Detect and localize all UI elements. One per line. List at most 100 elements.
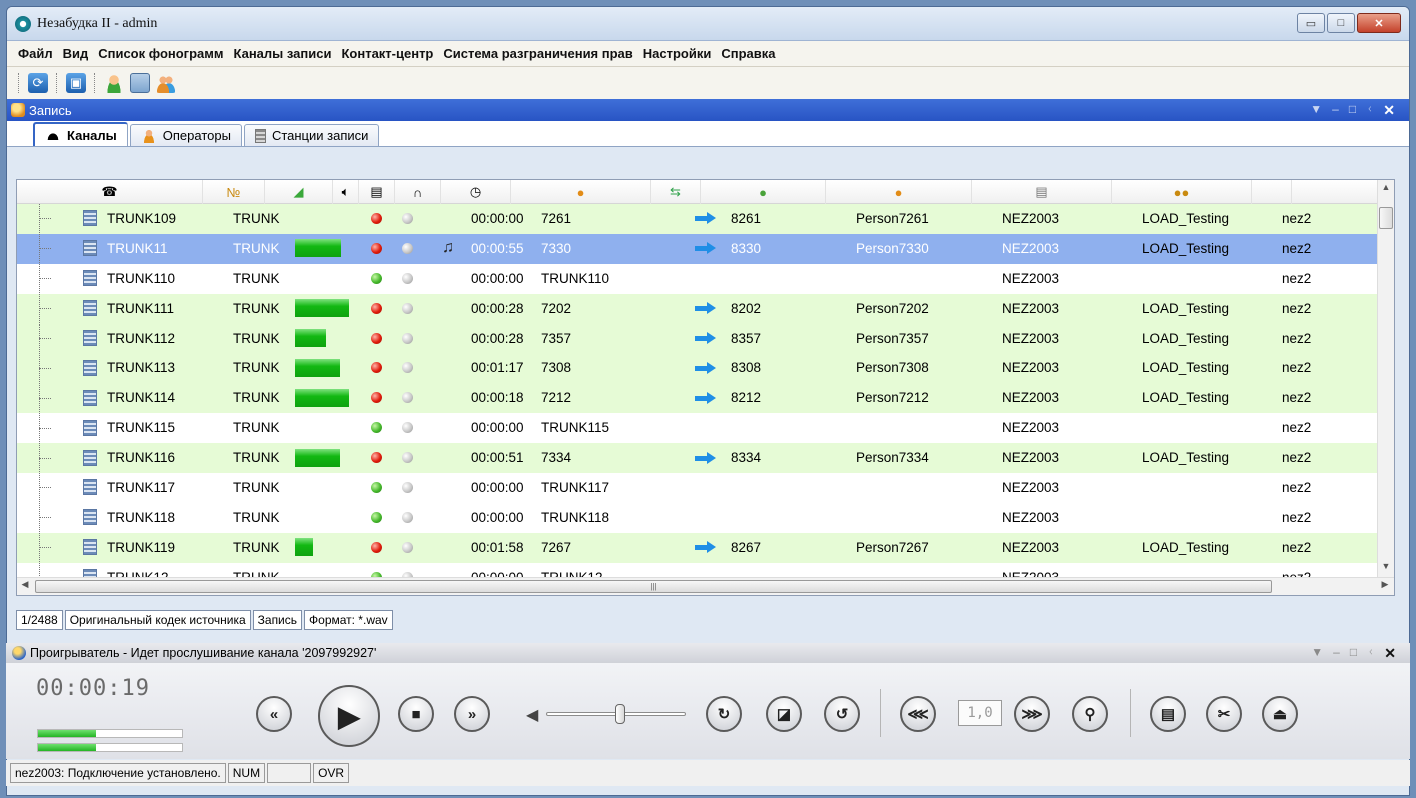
listen-cell[interactable] bbox=[425, 383, 471, 412]
panel-menu-icon[interactable]: ▼ bbox=[1311, 645, 1323, 662]
col-direction-header[interactable]: ⇆ bbox=[651, 180, 701, 204]
stop-button[interactable]: ■ bbox=[398, 696, 434, 732]
table-row[interactable]: TRUNK114 TRUNK 00:00:18 7212 8212 Person7212 N… bbox=[17, 383, 1394, 414]
listen-cell[interactable] bbox=[425, 294, 471, 323]
table-row[interactable]: TRUNK111 TRUNK 00:00:28 7202 8202 Person7202 N… bbox=[17, 293, 1394, 324]
station-name: NEZ2003 bbox=[1002, 479, 1060, 495]
loop-button[interactable]: ↺ bbox=[824, 696, 860, 732]
user-icon[interactable] bbox=[104, 73, 124, 93]
play-button[interactable]: ▶ bbox=[318, 685, 380, 747]
user-icon: ● bbox=[894, 184, 903, 200]
tab-operators[interactable]: Операторы bbox=[129, 124, 242, 146]
slower-button[interactable]: ⋘ bbox=[900, 696, 936, 732]
horizontal-scrollbar[interactable]: ◀ ||| ▶ bbox=[17, 577, 1394, 595]
horizontal-scroll-thumb[interactable]: ||| bbox=[35, 580, 1272, 593]
id-card-icon[interactable] bbox=[130, 73, 150, 93]
menu-channels[interactable]: Каналы записи bbox=[229, 46, 337, 61]
panel-minimize-icon[interactable]: – bbox=[1333, 645, 1340, 662]
panel-close-icon[interactable]: ✕ bbox=[1384, 645, 1396, 662]
channel-name: TRUNK118 bbox=[107, 509, 176, 525]
col-callee-header[interactable]: ● bbox=[701, 180, 826, 204]
table-row[interactable]: TRUNK117 TRUNK 00:00:00 TRUNK117 NEZ2003 nez2 bbox=[17, 473, 1394, 503]
table-row[interactable]: TRUNK112 TRUNK 00:00:28 7357 8357 Person7357 N… bbox=[17, 323, 1394, 354]
table-row[interactable]: TRUNK109 TRUNK 00:00:00 7261 8261 Person7261 N… bbox=[17, 204, 1394, 234]
toolbar-grip[interactable] bbox=[18, 73, 20, 93]
minimize-button[interactable]: ▭ bbox=[1297, 13, 1325, 33]
tree-connector bbox=[17, 323, 77, 353]
blue-card-icon[interactable]: ▣ bbox=[66, 73, 86, 93]
tab-channels[interactable]: Каналы bbox=[33, 122, 128, 146]
state-cell bbox=[363, 264, 389, 293]
vertical-scrollbar[interactable]: ▲ ▼ bbox=[1377, 180, 1394, 578]
vertical-scroll-thumb[interactable] bbox=[1379, 207, 1393, 229]
listen-cell[interactable] bbox=[425, 503, 471, 532]
col-group-header[interactable]: ●● bbox=[1112, 180, 1252, 204]
col-video-header[interactable]: ▤ bbox=[359, 180, 395, 204]
panel-pin-icon[interactable]: ᚲ bbox=[1366, 102, 1373, 119]
scroll-up-icon[interactable]: ▲ bbox=[1378, 182, 1394, 199]
menu-view[interactable]: Вид bbox=[58, 46, 94, 61]
listen-cell[interactable] bbox=[425, 413, 471, 442]
col-listen-header[interactable]: ∩ bbox=[395, 180, 441, 204]
listen-cell[interactable] bbox=[425, 533, 471, 562]
panel-maximize-icon[interactable]: □ bbox=[1349, 102, 1356, 119]
close-button[interactable]: ✕ bbox=[1357, 13, 1401, 33]
document-button[interactable]: ▤ bbox=[1150, 696, 1186, 732]
col-station-header[interactable]: ▤ bbox=[972, 180, 1112, 204]
search-button[interactable]: ⚲ bbox=[1072, 696, 1108, 732]
table-row[interactable]: TRUNK115 TRUNK 00:00:00 TRUNK115 NEZ2003 nez2 bbox=[17, 413, 1394, 443]
panel-maximize-icon[interactable]: □ bbox=[1350, 645, 1357, 662]
channel-name: TRUNK11 bbox=[107, 240, 168, 256]
col-phone-header[interactable]: ☎ bbox=[17, 180, 203, 204]
listen-cell[interactable] bbox=[425, 324, 471, 353]
volume-slider-knob[interactable] bbox=[614, 704, 625, 724]
settings-button[interactable]: ✂ bbox=[1206, 696, 1242, 732]
rewind-button[interactable]: « bbox=[256, 696, 292, 732]
speaker-icon[interactable]: ◀ bbox=[526, 705, 538, 725]
eject-button[interactable]: ⏏ bbox=[1262, 696, 1298, 732]
menu-help[interactable]: Справка bbox=[716, 46, 780, 61]
menu-access-control[interactable]: Система разграничения прав bbox=[438, 46, 637, 61]
table-row[interactable]: TRUNK119 TRUNK 00:01:58 7267 8267 Person7267 N… bbox=[17, 532, 1394, 563]
repeat-button[interactable]: ↻ bbox=[706, 696, 742, 732]
fast-forward-button[interactable]: » bbox=[454, 696, 490, 732]
table-row[interactable]: TRUNK110 TRUNK 00:00:00 TRUNK110 NEZ2003 nez2 bbox=[17, 263, 1394, 294]
col-time-header[interactable]: ◷ bbox=[441, 180, 511, 204]
menu-recordings[interactable]: Список фонограмм bbox=[93, 46, 228, 61]
panel-menu-icon[interactable]: ▼ bbox=[1310, 102, 1322, 119]
volume-slider[interactable] bbox=[546, 704, 686, 724]
scroll-right-icon[interactable]: ▶ bbox=[1377, 579, 1393, 595]
listen-cell[interactable]: ♫ bbox=[425, 234, 471, 263]
maximize-button[interactable]: □ bbox=[1327, 13, 1355, 33]
col-level-header[interactable]: ◢ bbox=[265, 180, 333, 204]
col-person-header[interactable]: ● bbox=[826, 180, 972, 204]
listen-cell[interactable] bbox=[425, 443, 471, 472]
refresh-icon[interactable]: ⟳ bbox=[28, 73, 48, 93]
table-row[interactable]: TRUNK118 TRUNK 00:00:00 TRUNK118 NEZ2003 nez2 bbox=[17, 502, 1394, 533]
faster-button[interactable]: ⋙ bbox=[1014, 696, 1050, 732]
arrow-right-icon bbox=[695, 332, 717, 344]
col-number-header[interactable]: № bbox=[203, 180, 265, 204]
scroll-left-icon[interactable]: ◀ bbox=[17, 579, 33, 595]
table-row[interactable]: TRUNK113 TRUNK 00:01:17 7308 8308 Person7308 N… bbox=[17, 353, 1394, 384]
menu-settings[interactable]: Настройки bbox=[638, 46, 717, 61]
panel-pin-icon[interactable]: ᚲ bbox=[1367, 645, 1374, 662]
table-row[interactable]: TRUNK11 TRUNK ♫ 00:00:55 7330 8330 Person7330 N… bbox=[17, 233, 1394, 264]
panel-close-icon[interactable]: ✕ bbox=[1383, 102, 1395, 119]
group-icon[interactable] bbox=[156, 73, 176, 93]
table-row[interactable]: TRUNK116 TRUNK 00:00:51 7334 8334 Person7334 N… bbox=[17, 443, 1394, 474]
panel-minimize-icon[interactable]: – bbox=[1332, 102, 1339, 119]
listen-cell[interactable] bbox=[425, 204, 471, 233]
listen-cell[interactable] bbox=[425, 264, 471, 293]
col-extra-header[interactable] bbox=[1252, 180, 1292, 204]
col-caller-header[interactable]: ● bbox=[511, 180, 651, 204]
listen-cell[interactable] bbox=[425, 473, 471, 502]
scroll-down-icon[interactable]: ▼ bbox=[1378, 561, 1394, 578]
tab-stations[interactable]: Станции записи bbox=[243, 124, 380, 146]
menu-contact-center[interactable]: Контакт-центр bbox=[336, 46, 438, 61]
speed-field[interactable]: 1,0 bbox=[958, 700, 1002, 726]
listen-cell[interactable] bbox=[425, 353, 471, 382]
mark-button[interactable]: ◪ bbox=[766, 696, 802, 732]
col-volume-header[interactable]: 🔈︎ bbox=[333, 180, 359, 204]
menu-file[interactable]: Файл bbox=[13, 46, 58, 61]
